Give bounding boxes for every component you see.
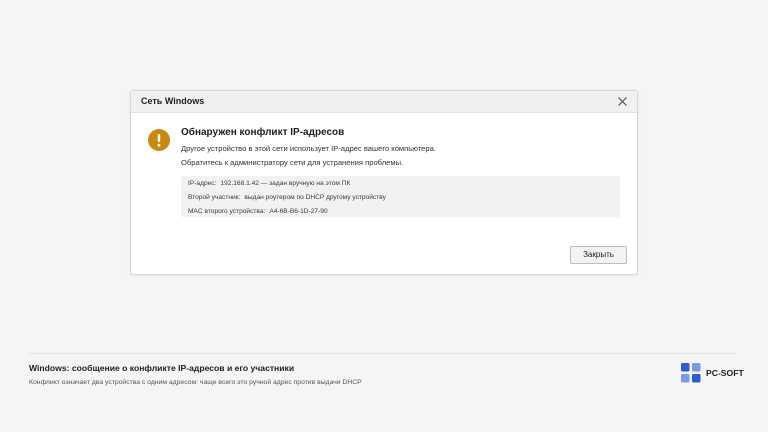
pc-soft-logo: PC-SOFT xyxy=(681,363,751,383)
detail-value: A4-6B-B6-1D-27-90 xyxy=(269,208,328,215)
dialog-title: Сеть Windows xyxy=(141,96,205,106)
footer-divider xyxy=(29,353,736,354)
logo-grid-icon xyxy=(681,363,701,383)
detail-value: 192.168.1.42 — задан вручную на этом ПК xyxy=(220,180,351,187)
detail-label: Второй участник: xyxy=(188,194,241,201)
detail-row-ip: IP-адрес: 192.168.1.42 — задан вручную на… xyxy=(188,180,350,187)
detail-label: IP-адрес: xyxy=(188,180,217,187)
details-panel: IP-адрес: 192.168.1.42 — задан вручную на… xyxy=(181,176,620,217)
close-button[interactable]: Закрыть xyxy=(570,246,627,264)
logo-text: PC-SOFT xyxy=(706,368,744,378)
detail-row-peer: Второй участник: выдан роутером по DHCP д… xyxy=(188,194,386,201)
dialog-message-line1: Другое устройство в этой сети использует… xyxy=(181,144,436,153)
dialog-titlebar: Сеть Windows xyxy=(131,91,637,113)
footer-title: Windows: сообщение о конфликте IP-адресо… xyxy=(29,363,295,373)
close-icon[interactable] xyxy=(616,95,629,108)
dialog-message-line2: Обратитесь к администратору сети для уст… xyxy=(181,158,404,167)
detail-row-mac: MAC второго устройства: A4-6B-B6-1D-27-90 xyxy=(188,208,328,215)
detail-value: выдан роутером по DHCP другому устройств… xyxy=(244,194,386,201)
footer-subtitle: Конфликт означает два устройства с одним… xyxy=(29,379,362,386)
warning-icon xyxy=(148,129,170,151)
ip-conflict-dialog: Сеть Windows Обнаружен конфликт IP-адрес… xyxy=(130,90,638,275)
dialog-headline: Обнаружен конфликт IP-адресов xyxy=(181,127,345,138)
detail-label: MAC второго устройства: xyxy=(188,208,266,215)
